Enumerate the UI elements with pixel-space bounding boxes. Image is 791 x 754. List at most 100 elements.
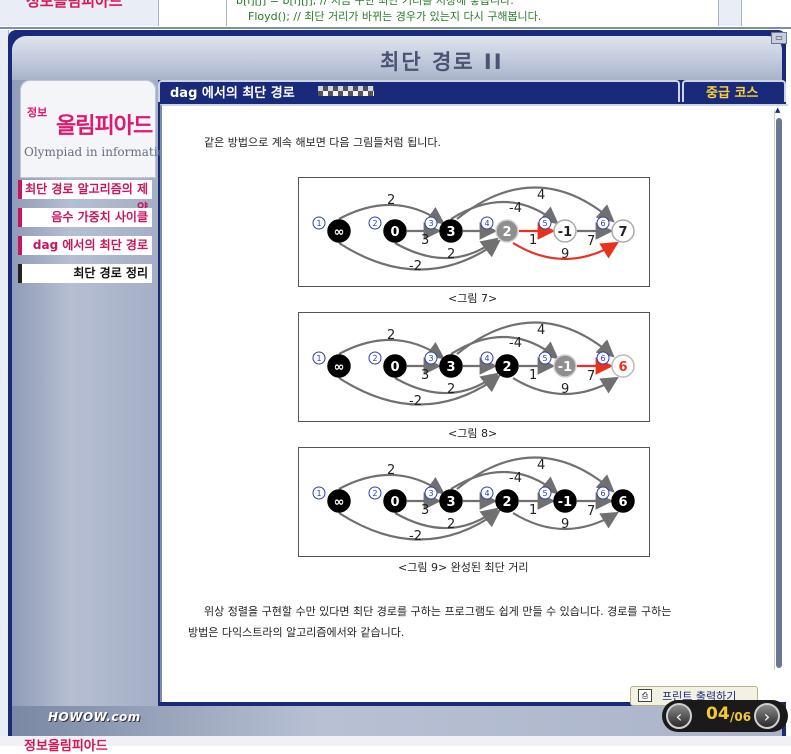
graph-edge [456,456,615,493]
edge-label: 4 [537,188,545,203]
section-title: dag 에서의 최단 경로 [170,86,295,101]
graph-edge [456,321,615,358]
node-index: 6 [600,489,605,498]
node-index: 4 [484,489,489,498]
sidebar-item-negative-cycle[interactable]: 음수 가중치 사이클 [18,208,152,227]
edge-label: -2 [409,259,422,274]
edge-label: 2 [387,193,395,208]
node-value: 0 [390,225,399,240]
node-value: 2 [502,360,511,375]
graph-edge [394,237,499,260]
edge-label: 9 [561,517,569,532]
checker-decoration-row [318,91,374,96]
node-index: 4 [484,354,489,363]
outro-paragraph-line-2: 방법은 다익스트라의 알고리즘에서와 같습니다. [188,626,405,639]
previous-window-code-line-2: Floyd(); // 최단 거리가 바뀌는 경우가 있는지 다시 구해봅니다. [248,10,542,23]
node-value: 3 [446,225,455,240]
node-index: 6 [600,219,605,228]
edge-label: 7 [587,504,595,519]
edge-label: 1 [529,503,537,518]
node-index: 1 [316,219,321,228]
scrollbar-thumb[interactable] [776,118,782,668]
next-window-text: 정보올림피아드 [24,739,108,754]
node-value: 2 [502,495,511,510]
node-value: ∞ [334,495,345,510]
node-value: ∞ [334,360,345,375]
node-value: -1 [558,360,572,375]
edge-label: -2 [409,394,422,409]
node-value: 2 [502,225,511,240]
figure-7-caption: <그림 7> [448,292,498,305]
edge-label: 3 [421,233,429,248]
edge-label: 2 [447,382,455,397]
node-index: 5 [542,354,547,363]
scroll-up-icon[interactable]: ▲ [775,106,784,115]
graph-diagram-9: 2 3 2 -4 4 1 7 9 -2 ∞ 1 0 2 3 3 2 4 -1 5 6 6 [312,456,635,544]
node-index: 3 [428,219,433,228]
node-index: 1 [316,354,321,363]
node-index: 4 [484,219,489,228]
node-index: 1 [316,489,321,498]
edge-label: 1 [529,368,537,383]
course-label: 중급 코스 [706,86,759,101]
node-index: 5 [542,489,547,498]
node-index: 3 [428,354,433,363]
graph-diagram-8: 2 3 2 -4 4 1 7 9 -2 ∞ 1 0 2 3 3 2 4 -1 5 6 6 [312,321,635,409]
edge-label: 9 [561,382,569,397]
total-page-number: /06 [730,710,752,724]
logo-main-text: 올림피아드 [56,114,153,139]
page-title: 최단 경로 II [380,50,504,74]
previous-window-scrollbar [718,0,742,26]
edge-label: 4 [537,323,545,338]
current-page-number: 04 [706,704,730,724]
edge-label: 3 [421,503,429,518]
node-index: 6 [600,354,605,363]
edge-label: 7 [587,234,595,249]
sidebar-item-dag-shortest-path[interactable]: dag 에서의 최단 경로 [18,236,152,255]
figure-9-caption: <그림 9> 완성된 최단 거리 [398,561,529,574]
node-value: -1 [558,495,572,510]
node-value: 7 [618,225,627,240]
node-value: 0 [390,360,399,375]
edge-label: -4 [509,336,522,351]
edge-label: 2 [387,463,395,478]
edge-label: -2 [409,529,422,544]
node-index: 2 [372,219,377,228]
graph-edge [456,186,615,223]
logo-english-text: Olympiad in informatics [24,145,171,159]
figure-8: 2 3 2 -4 4 1 7 9 -2 ∞ 1 0 2 3 3 2 4 -1 5 6 6 [298,312,650,422]
previous-window-divider [226,0,227,26]
graph-edge [394,372,499,395]
node-index: 2 [372,354,377,363]
figure-9: 2 3 2 -4 4 1 7 9 -2 ∞ 1 0 2 3 3 2 4 -1 5 6 6 [298,447,650,557]
edge-label: 2 [447,517,455,532]
next-window-strip [0,736,791,746]
edge-label: 1 [529,233,537,248]
window-separator [0,27,791,29]
node-value: 6 [618,495,627,510]
graph-edge [394,507,499,530]
edge-label: 4 [537,458,545,473]
edge-label: 2 [447,247,455,262]
chevron-left-icon[interactable]: ‹ [666,703,692,729]
previous-window-logo-text: 정보올림피아드 [26,0,123,10]
node-index: 5 [542,219,547,228]
node-value: 6 [618,360,627,375]
edge-label: -4 [509,471,522,486]
sidebar-item-constraints[interactable]: 최단 경로 알고리즘의 제약 [18,180,152,215]
logo-small-text: 정보 [27,106,48,119]
node-index: 2 [372,489,377,498]
edge-label: 3 [421,368,429,383]
node-value: 0 [390,495,399,510]
brand-logo: HOWOW.com [48,710,141,724]
figure-8-caption: <그림 8> [448,427,498,440]
outro-paragraph-line-1: 위상 정렬을 구현할 수만 있다면 최단 경로를 구하는 프로그램도 쉽게 만들… [204,605,672,618]
figure-7: 2 3 2 -4 4 1 7 9 -2 ∞ 1 0 2 3 3 2 4 -1 5 7 6 [298,177,650,287]
node-value: ∞ [334,225,345,240]
node-index: 3 [428,489,433,498]
chevron-right-icon[interactable]: › [754,703,780,729]
window-icon[interactable]: ▭ [771,32,787,44]
node-value: -1 [558,225,572,240]
edge-label: 9 [561,247,569,262]
sidebar-item-summary[interactable]: 최단 경로 정리 [18,264,152,283]
